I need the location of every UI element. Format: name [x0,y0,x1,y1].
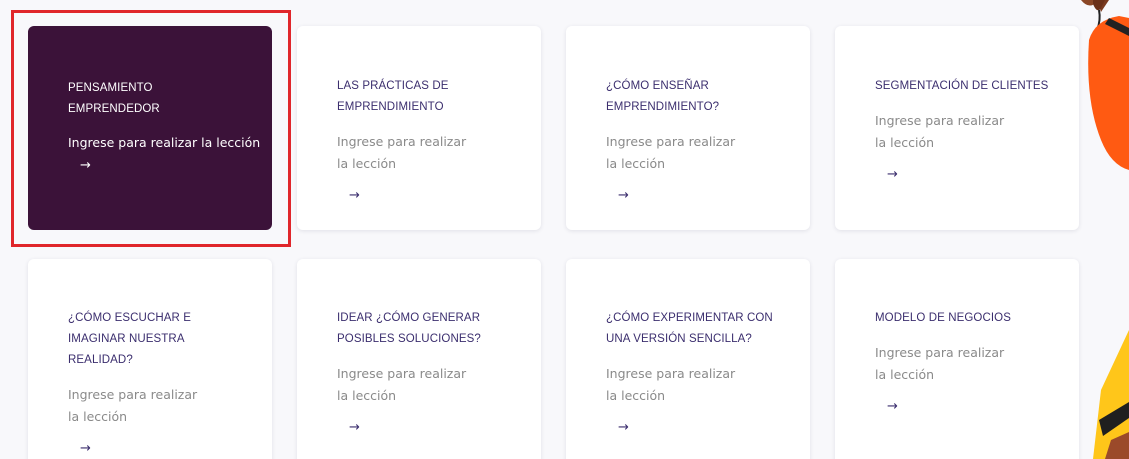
arrow-right-icon[interactable]: → [887,399,898,414]
arrow-right-icon[interactable]: → [349,188,360,203]
lesson-title: PENSAMIENTO EMPRENDEDOR [68,82,160,115]
arrow-right-icon[interactable]: → [349,420,360,435]
lesson-title: ¿CÓMO ENSEÑAR EMPRENDIMIENTO? [606,80,720,113]
arrow-right-icon[interactable]: → [80,158,91,173]
lesson-cta: Ingrese para realizar la lección [606,366,736,403]
lesson-title: LAS PRÁCTICAS DE EMPRENDIMIENTO [337,80,449,113]
lesson-cta: Ingrese para realizar la lección [606,134,736,171]
lesson-title: ¿CÓMO ESCUCHAR E IMAGINAR NUESTRA REALID… [68,312,191,366]
lesson-cta: Ingrese para realizar la lección [875,345,1005,382]
lesson-title: MODELO DE NEGOCIOS [875,312,1011,324]
lesson-card-como-experimentar[interactable]: ¿CÓMO EXPERIMENTAR CON UNA VERSIÓN SENCI… [566,259,810,459]
lesson-cta: Ingrese para realizar la lección [875,113,1005,150]
lesson-card-segmentacion-clientes[interactable]: SEGMENTACIÓN DE CLIENTES Ingrese para re… [835,26,1079,230]
lesson-card-modelo-negocios[interactable]: MODELO DE NEGOCIOS Ingrese para realizar… [835,259,1079,459]
arrow-right-icon[interactable]: → [618,188,629,203]
lesson-title: ¿CÓMO EXPERIMENTAR CON UNA VERSIÓN SENCI… [606,312,773,345]
lesson-card-como-ensenar[interactable]: ¿CÓMO ENSEÑAR EMPRENDIMIENTO? Ingrese pa… [566,26,810,230]
lesson-card-idear[interactable]: IDEAR ¿CÓMO GENERAR POSIBLES SOLUCIONES?… [297,259,541,459]
lesson-cta: Ingrese para realizar la lección [337,134,467,171]
lesson-cta: Ingrese para realizar la lección [337,366,467,403]
lesson-card-como-escuchar[interactable]: ¿CÓMO ESCUCHAR E IMAGINAR NUESTRA REALID… [28,259,272,459]
lesson-card-practicas-emprendimiento[interactable]: LAS PRÁCTICAS DE EMPRENDIMIENTO Ingrese … [297,26,541,230]
lessons-page: PENSAMIENTO EMPRENDEDOR Ingrese para rea… [0,0,1129,459]
lesson-title: SEGMENTACIÓN DE CLIENTES [875,80,1049,92]
lesson-cta: Ingrese para realizar la lección [68,135,261,150]
lesson-cta: Ingrese para realizar la lección [68,387,198,424]
lesson-card-pensamiento-emprendedor[interactable]: PENSAMIENTO EMPRENDEDOR Ingrese para rea… [28,26,272,230]
arrow-right-icon[interactable]: → [618,420,629,435]
arrow-right-icon[interactable]: → [80,441,91,456]
arrow-right-icon[interactable]: → [887,167,898,182]
lesson-title: IDEAR ¿CÓMO GENERAR POSIBLES SOLUCIONES? [337,312,481,345]
decorative-illustration [1081,0,1129,459]
